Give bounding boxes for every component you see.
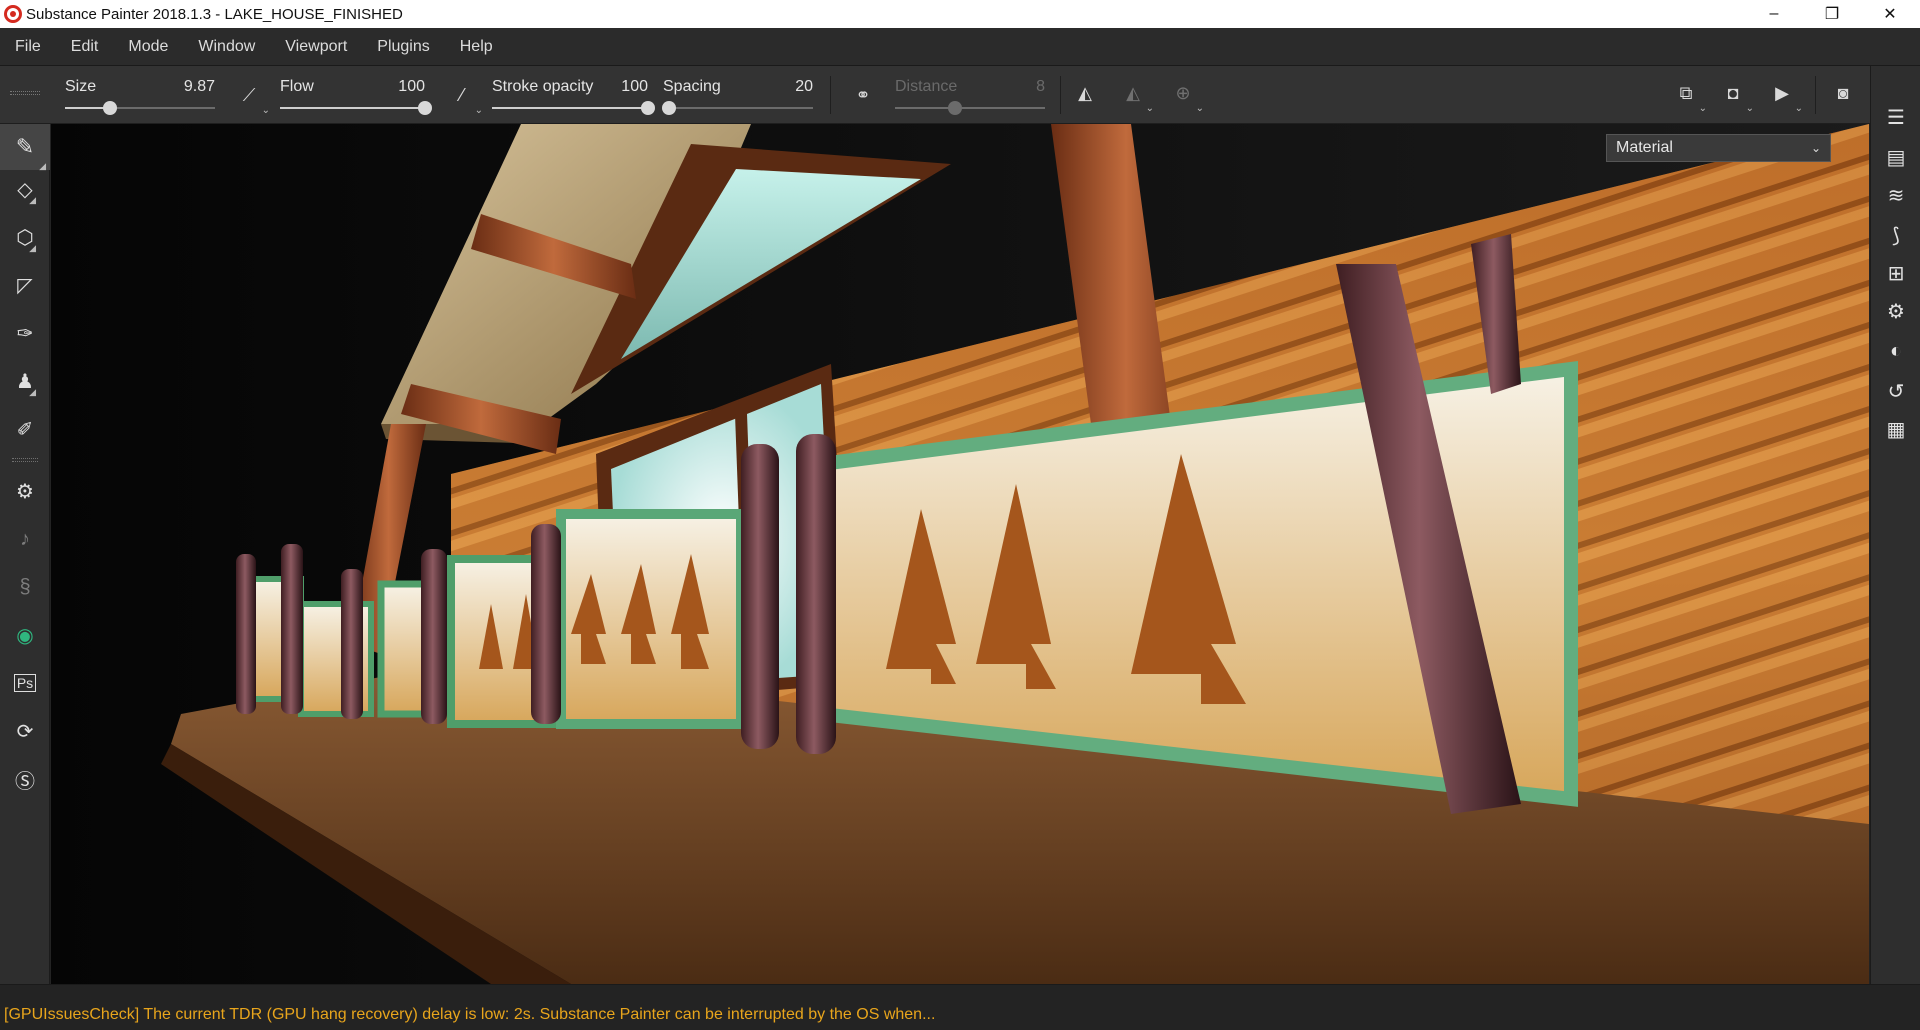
display-3d-icon[interactable]: ◘ ⌄ [1720,80,1754,115]
brush-angle-icon[interactable]: ⟋ ⌄ [236,82,270,117]
substance-live-link-icon[interactable]: ◉ [10,620,40,650]
photoshop-export-icon[interactable]: Ps [10,668,40,698]
lake-house-render [51,124,1869,984]
distance-value: 8 [1036,78,1045,95]
substance-source-icon[interactable]: § [10,572,40,602]
title-bar: Substance Painter 2018.1.3 - LAKE_HOUSE_… [0,0,1920,28]
close-button[interactable]: ✕ [1861,0,1919,28]
toolbar-grip[interactable] [10,91,40,95]
shader-settings-icon[interactable]: ◐ [1883,338,1909,364]
3d-viewport[interactable]: Material ⌄ [51,124,1869,984]
resources-updater-icon[interactable]: ⟳ [10,716,40,746]
menu-help[interactable]: Help [460,38,493,56]
stroke-opacity-value[interactable]: 100 [621,78,648,96]
substance-logo-icon [4,5,22,23]
chevron-down-icon: ⌄ [1810,141,1821,155]
texture-set-settings-icon[interactable]: ⊞ [1883,260,1909,286]
paint-brush-tool[interactable]: ✎ ◢ [0,124,50,171]
menu-edit[interactable]: Edit [71,38,99,56]
distance-label: Distance [895,78,958,95]
spacing-slider-handle[interactable] [662,101,676,115]
camera-video-icon[interactable]: ▶ ⌄ [1769,80,1803,115]
flow-slider[interactable]: Flow 100 [280,72,432,118]
left-toolbar: ✎ ◢ ◇ ◢ ⬡ ◢ ◸ ✑ ♟ ◢ ✐ ⚙ ♪ § ◉ Ps ⟳ Ⓢ [0,124,50,984]
spacing-label: Spacing [663,78,721,95]
lazy-mouse-icon[interactable]: ⚭ [850,82,876,108]
eraser-tool[interactable]: ◇ ◢ [10,174,40,206]
clone-stamp-tool[interactable]: ♟ ◢ [10,366,40,398]
notification-bell-icon[interactable]: ♪ [10,524,40,554]
menu-plugins[interactable]: Plugins [377,38,429,56]
smudge-tool[interactable]: ✑ [10,318,40,348]
display-settings-icon[interactable]: ⚙ [1883,298,1909,324]
menu-window[interactable]: Window [198,38,255,56]
flow-label: Flow [280,78,314,95]
symmetry-mirror-icon[interactable]: ◭ ⌄ [1120,80,1154,115]
layers-stack-icon[interactable]: ≋ [1883,182,1909,208]
color-picker-tool[interactable]: ✐ [10,414,40,444]
stroke-icon[interactable]: ⁄ ⌄ [449,82,483,117]
stroke-opacity-slider-handle[interactable] [641,101,655,115]
size-value[interactable]: 9.87 [184,78,215,96]
viewport-split-icon[interactable]: ⧉ ⌄ [1673,80,1707,115]
menu-mode[interactable]: Mode [128,38,168,56]
menu-file[interactable]: File [15,38,41,56]
size-slider[interactable]: Size 9.87 [65,72,215,118]
substance-icon[interactable]: Ⓢ [10,764,40,794]
history-icon[interactable]: ↺ [1883,378,1909,404]
size-slider-handle[interactable] [103,101,117,115]
restore-button[interactable]: ❐ [1803,0,1861,28]
projection-tool[interactable]: ⬡ ◢ [10,222,40,254]
distance-slider-handle [948,101,962,115]
stroke-opacity-slider[interactable]: Stroke opacity 100 [492,72,655,118]
menu-viewport[interactable]: Viewport [285,38,347,56]
channel-select-dropdown[interactable]: Material ⌄ [1606,134,1831,162]
geometry-mask-tool[interactable]: ◸ [10,270,40,300]
window-title: Substance Painter 2018.1.3 - LAKE_HOUSE_… [26,5,403,23]
minimize-button[interactable]: – [1745,0,1803,28]
spacing-value[interactable]: 20 [795,78,813,96]
properties-brush-icon[interactable]: ⟆ [1883,222,1909,248]
substance-share-icon[interactable]: ⚙ [10,476,40,506]
symmetry-icon[interactable]: ◭ [1072,80,1098,106]
right-toolbar: ☰ ▤ ≋ ⟆ ⊞ ⚙ ◐ ↺ ▦ [1870,66,1920,984]
symmetry-axis-icon[interactable]: ⊕ ⌄ [1170,80,1204,115]
tool-properties-bar: Size 9.87 ⟋ ⌄ Flow 100 ⁄ ⌄ Stroke opacity … [0,66,1920,124]
log-icon[interactable]: ▦ [1883,416,1909,442]
stroke-opacity-label: Stroke opacity [492,78,594,95]
layers-list-icon[interactable]: ☰ [1883,104,1909,130]
status-bar: [GPUIssuesCheck] The current TDR (GPU ha… [0,984,1920,1030]
spacing-slider[interactable]: Spacing 20 [662,72,813,118]
flow-value[interactable]: 100 [398,78,425,96]
flow-slider-handle[interactable] [418,101,432,115]
distance-slider: Distance 8 [895,72,1045,118]
size-label: Size [65,78,97,95]
status-message[interactable]: [GPUIssuesCheck] The current TDR (GPU ha… [4,1006,935,1024]
texture-set-list-icon[interactable]: ▤ [1883,144,1909,170]
screenshot-camera-icon[interactable]: ◙ [1830,80,1856,106]
channel-select-value: Material [1616,139,1673,156]
menu-bar: File Edit Mode Window Viewport Plugins H… [0,28,1920,66]
